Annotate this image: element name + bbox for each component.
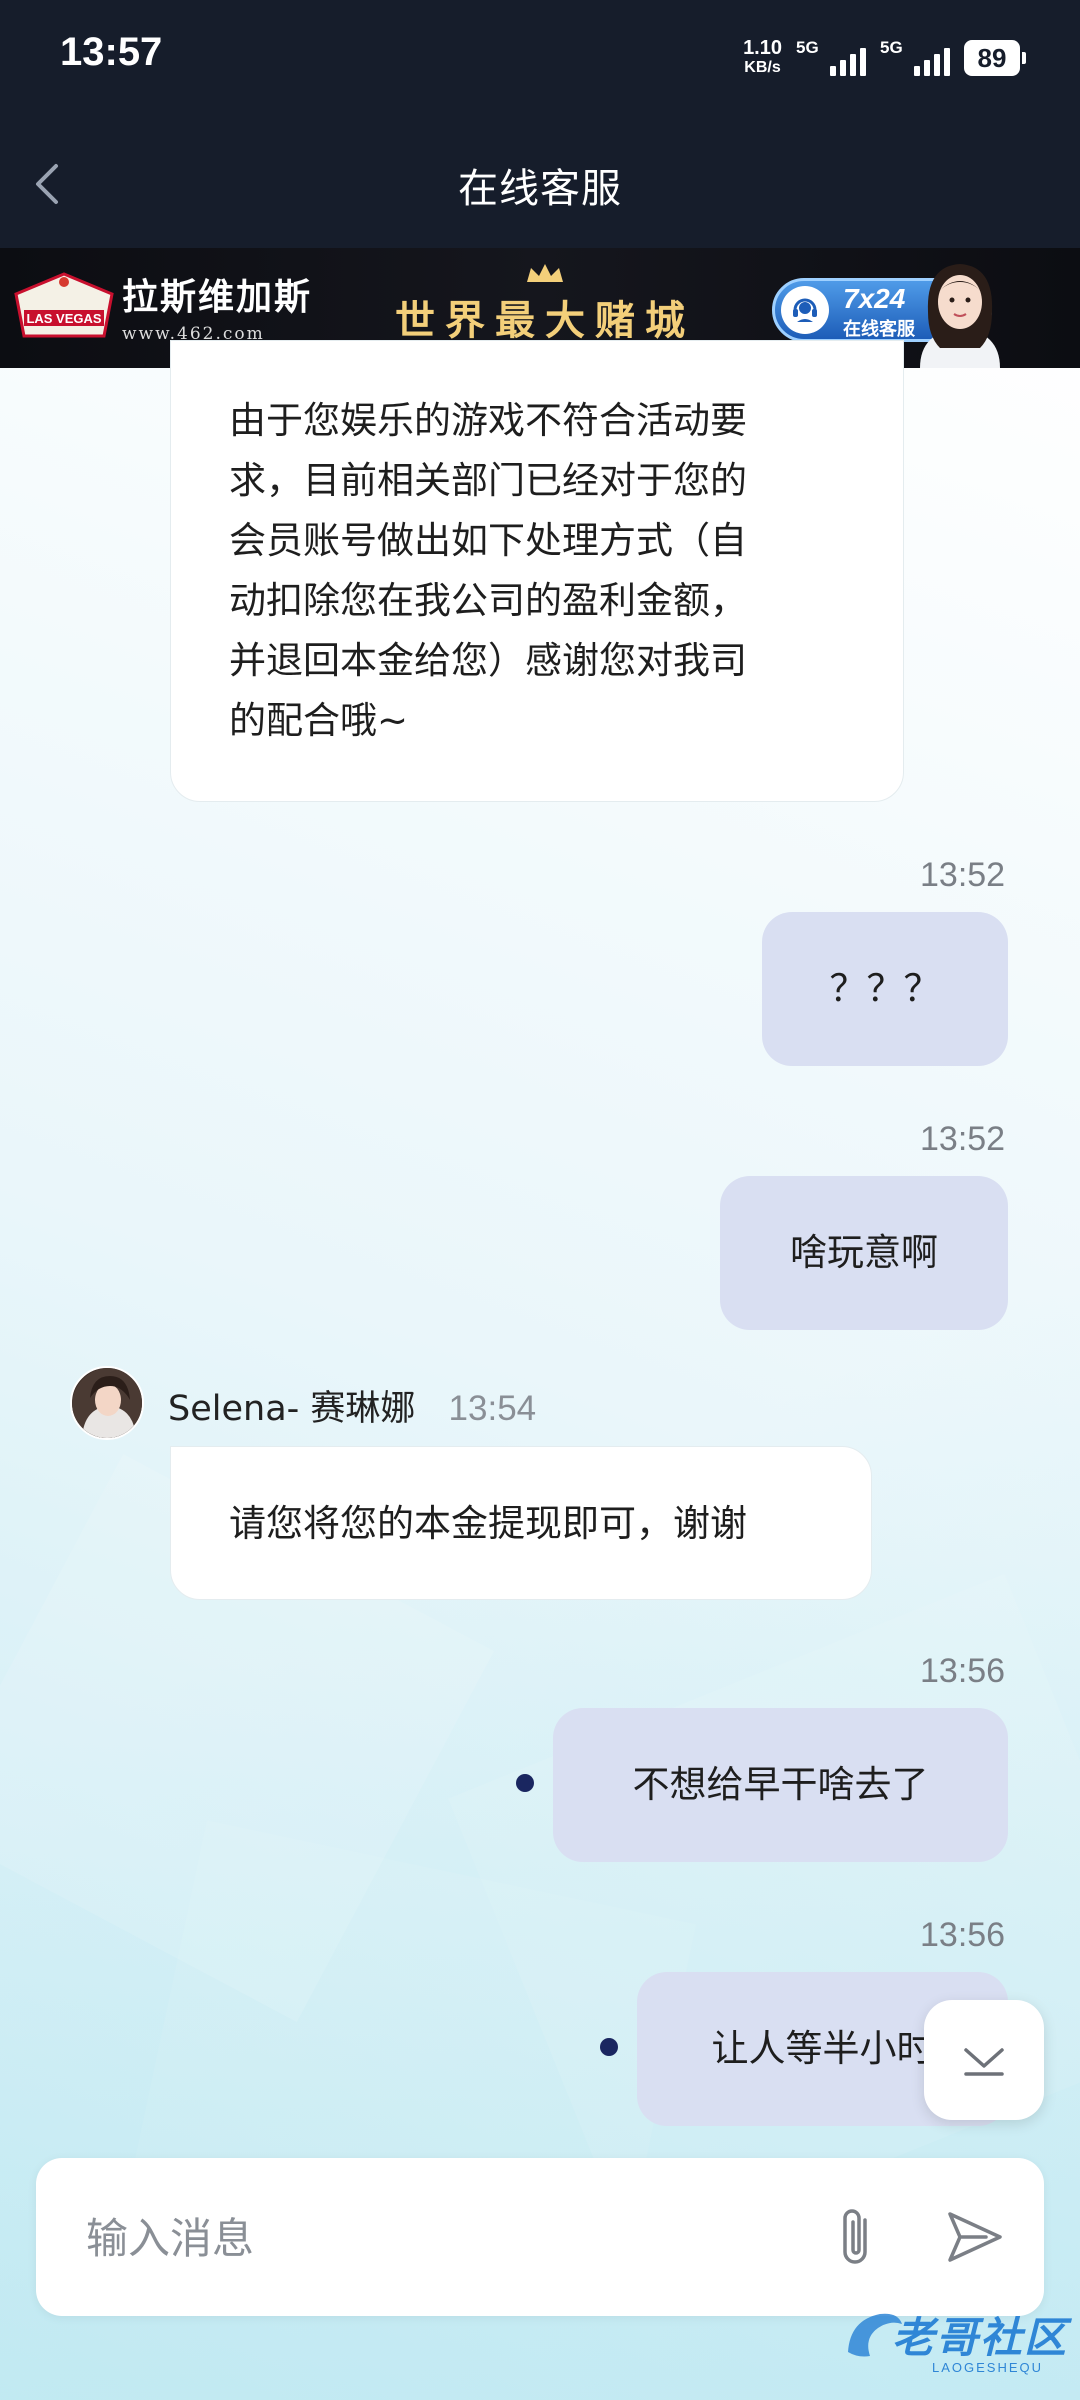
message-line: 求，目前相关部门已经对于您的 (229, 459, 747, 502)
message-text: 啥玩意啊 (790, 1231, 938, 1274)
message-input[interactable] (86, 2198, 786, 2278)
incoming-message-bubble[interactable]: 由于您娱乐的游戏不符合活动要 求，目前相关部门已经对于您的 会员账号做出如下处理… (170, 340, 904, 802)
status-time: 13:57 (60, 30, 163, 74)
watermark-text: 老哥社区 (892, 2313, 1069, 2362)
message-timestamp: 13:52 (920, 1120, 1006, 1158)
message-text: ？？？ (829, 967, 941, 1010)
page-title: 在线客服 (458, 166, 622, 212)
message-timestamp: 13:56 (920, 1652, 1006, 1690)
message-text: 请您将您的本金提现即可，谢谢 (229, 1502, 747, 1545)
sim1-network-label: 5G (796, 38, 819, 57)
network-speed: 1.10 KB/s (743, 38, 782, 78)
unread-dot-icon (600, 2038, 618, 2056)
sender-name-row: Selena- 赛琳娜 13:54 (168, 1380, 536, 1431)
message-line: 的配合哦~ (229, 699, 409, 742)
crown-icon (527, 264, 563, 282)
status-bar: 13:57 1.10 KB/s 5G 5G 89 (0, 0, 1080, 118)
signal-icon: 5G (796, 38, 866, 76)
battery-icon: 89 (964, 40, 1026, 76)
headset-icon (781, 286, 829, 334)
outgoing-message-bubble[interactable]: ？？？ (762, 912, 1008, 1066)
banner-slogan: 世界最大赌城 (395, 297, 695, 344)
app-header: 在线客服 (0, 118, 1080, 248)
send-button[interactable] (932, 2194, 1018, 2280)
network-speed-unit: KB/s (744, 59, 781, 76)
battery-level: 89 (977, 42, 1007, 73)
message-text: 不想给早干啥去了 (632, 1763, 929, 1806)
incoming-message-bubble[interactable]: 请您将您的本金提现即可，谢谢 (170, 1446, 872, 1600)
network-speed-value: 1.10 (743, 37, 782, 59)
paperclip-icon (843, 2209, 867, 2264)
las-vegas-sign-logo: LAS VEGAS (14, 272, 114, 338)
outgoing-message-bubble[interactable]: 啥玩意啊 (720, 1176, 1008, 1330)
site-watermark: 老哥社区 LAOGESHEQU (840, 2300, 1070, 2390)
brand-name: 拉斯维加斯 (122, 276, 313, 318)
agent-avatar[interactable] (70, 1366, 144, 1440)
message-timestamp: 13:54 (448, 1389, 537, 1428)
attach-button[interactable] (814, 2194, 900, 2280)
watermark-subtext: LAOGESHEQU (932, 2360, 1044, 2375)
message-composer (36, 2158, 1044, 2316)
unread-dot-icon (516, 1774, 534, 1792)
svg-text:LAS VEGAS: LAS VEGAS (26, 311, 101, 326)
signal-icon: 5G (880, 38, 950, 76)
message-text: 让人等半小时 (711, 2027, 934, 2070)
message-timestamp: 13:52 (920, 856, 1006, 894)
scroll-to-bottom-button[interactable] (924, 2000, 1044, 2120)
agent-portrait-image (920, 264, 1000, 368)
outgoing-message-bubble[interactable]: 不想给早干啥去了 (553, 1708, 1008, 1862)
brand-block: 拉斯维加斯 www.462.com (122, 268, 312, 344)
message-line: 由于您娱乐的游戏不符合活动要 (229, 399, 747, 442)
sim2-network-label: 5G (880, 38, 903, 57)
chevron-down-to-bottom-icon (964, 2048, 1004, 2076)
send-arrow-icon (948, 2212, 1002, 2262)
message-timestamp: 13:56 (920, 1916, 1006, 1954)
message-line: 会员账号做出如下处理方式（自 (229, 519, 747, 562)
sender-name: Selena- 赛琳娜 (168, 1389, 416, 1429)
message-line: 动扣除您在我公司的盈利金额， (229, 579, 747, 622)
message-line: 并退回本金给您）感谢您对我司 (229, 639, 747, 682)
service-hours: 7x24 (843, 283, 906, 314)
status-indicators: 1.10 KB/s 5G 5G 89 (743, 34, 1026, 82)
